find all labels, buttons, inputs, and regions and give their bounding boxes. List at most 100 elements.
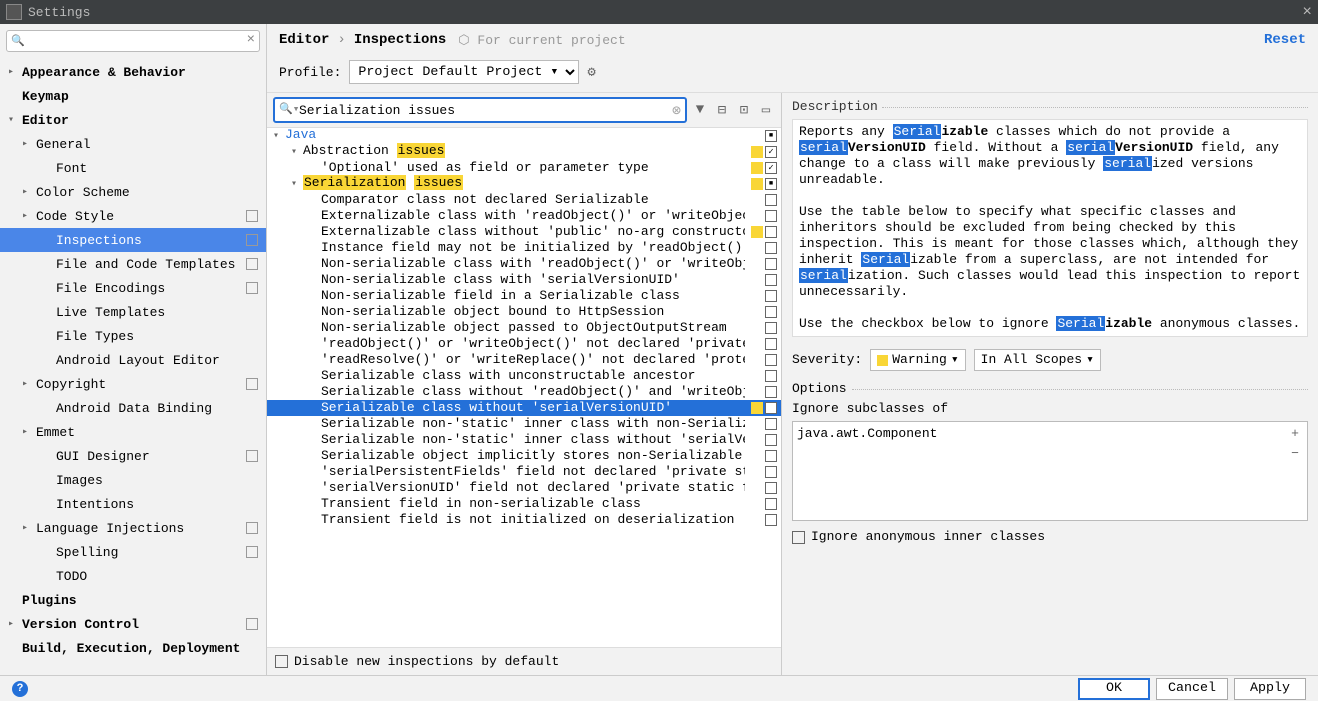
collapse-all-icon[interactable]: ⊡ [735, 101, 753, 119]
gear-icon[interactable]: ⚙ [587, 64, 595, 81]
ignore-anon-label: Ignore anonymous inner classes [811, 529, 1045, 545]
inspection-item[interactable]: 'readObject()' or 'writeObject()' not de… [267, 336, 781, 352]
sidebar-item[interactable]: Intentions [0, 492, 266, 516]
sidebar-item[interactable]: ▸Appearance & Behavior [0, 60, 266, 84]
sidebar-item[interactable]: ▸Color Scheme [0, 180, 266, 204]
inspection-item[interactable]: ▾Serialization issues [267, 176, 781, 192]
profile-label: Profile: [279, 65, 341, 80]
inspection-item[interactable]: Comparator class not declared Serializab… [267, 192, 781, 208]
sidebar-item[interactable]: ▾Editor [0, 108, 266, 132]
sidebar-item[interactable]: ▸Copyright [0, 372, 266, 396]
description-text: Reports any Serializable classes which d… [792, 119, 1308, 337]
clear-search-icon[interactable]: ⊗ [672, 101, 681, 120]
expand-all-icon[interactable]: ⊟ [713, 101, 731, 119]
search-icon: 🔍 [11, 34, 25, 48]
sidebar-item[interactable]: ▸Emmet [0, 420, 266, 444]
breadcrumb: Editor › Inspections For current project… [267, 24, 1318, 56]
sidebar-item[interactable]: GUI Designer [0, 444, 266, 468]
reset-icon[interactable]: ▭ [757, 101, 775, 119]
inspection-item[interactable]: Non-serializable class with 'readObject(… [267, 256, 781, 272]
sidebar-item[interactable]: TODO [0, 564, 266, 588]
scope-select[interactable]: In All Scopes ▾ [974, 349, 1101, 371]
breadcrumb-inspections: Inspections [354, 32, 446, 48]
reset-link[interactable]: Reset [1264, 32, 1306, 48]
ignore-subclasses-list[interactable]: java.awt.Component + − [792, 421, 1308, 521]
inspection-item[interactable]: Serializable class without 'readObject()… [267, 384, 781, 400]
severity-row: Severity: Warning ▾ In All Scopes ▾ [792, 345, 1308, 375]
cancel-button[interactable]: Cancel [1156, 678, 1228, 700]
inspection-toolbar: 🔍▾ ⊗ ▼ ⊟ ⊡ ▭ [267, 93, 781, 128]
ok-button[interactable]: OK [1078, 678, 1150, 700]
sidebar-item[interactable]: Font [0, 156, 266, 180]
inspection-item[interactable]: 'serialVersionUID' field not declared 'p… [267, 480, 781, 496]
sidebar-item[interactable]: Android Data Binding [0, 396, 266, 420]
disable-new-label: Disable new inspections by default [294, 654, 559, 669]
inspection-item[interactable]: 'readResolve()' or 'writeReplace()' not … [267, 352, 781, 368]
remove-icon[interactable]: − [1287, 446, 1303, 462]
inspection-item[interactable]: Serializable class with unconstructable … [267, 368, 781, 384]
sidebar-item[interactable]: Plugins [0, 588, 266, 612]
inspection-item[interactable]: Instance field may not be initialized by… [267, 240, 781, 256]
sidebar-item[interactable]: ▸Language Injections [0, 516, 266, 540]
inspection-item[interactable]: Serializable non-'static' inner class wi… [267, 416, 781, 432]
description-heading: Description [792, 99, 1308, 115]
inspection-search-input[interactable] [273, 97, 687, 123]
window-title: Settings [28, 5, 90, 20]
sidebar-item[interactable]: File and Code Templates [0, 252, 266, 276]
help-icon[interactable]: ? [12, 681, 28, 697]
dialog-footer: ? OK Cancel Apply [0, 675, 1318, 701]
inspection-item[interactable]: Serializable object implicitly stores no… [267, 448, 781, 464]
inspection-item[interactable]: Transient field is not initialized on de… [267, 512, 781, 528]
sidebar-search[interactable]: 🔍 × [6, 30, 260, 52]
inspection-item[interactable]: Externalizable class with 'readObject()'… [267, 208, 781, 224]
sidebar-item[interactable]: ▸Code Style [0, 204, 266, 228]
inspection-item[interactable]: Non-serializable object passed to Object… [267, 320, 781, 336]
warning-icon [877, 355, 888, 366]
inspection-item[interactable]: ▾Java [267, 128, 781, 144]
inspection-item[interactable]: ▾Abstraction issues [267, 144, 781, 160]
breadcrumb-editor: Editor [279, 32, 329, 48]
inspection-item[interactable]: Transient field in non-serializable clas… [267, 496, 781, 512]
sidebar-item[interactable]: ▸General [0, 132, 266, 156]
sidebar-search-input[interactable] [6, 30, 260, 52]
ignore-anon-row[interactable]: Ignore anonymous inner classes [792, 527, 1308, 547]
inspection-item[interactable]: Serializable non-'static' inner class wi… [267, 432, 781, 448]
disable-new-row[interactable]: Disable new inspections by default [267, 647, 781, 675]
sidebar-item[interactable]: Keymap [0, 84, 266, 108]
sidebar-item[interactable]: Live Templates [0, 300, 266, 324]
ignore-anon-checkbox[interactable] [792, 531, 805, 544]
inspection-item[interactable]: Externalizable class without 'public' no… [267, 224, 781, 240]
disable-new-checkbox[interactable] [275, 655, 288, 668]
inspection-search[interactable]: 🔍▾ ⊗ [273, 97, 687, 123]
project-scope-label: For current project [458, 33, 625, 48]
inspection-item[interactable]: 'Optional' used as field or parameter ty… [267, 160, 781, 176]
profile-select[interactable]: Project Default Project ▾ [349, 60, 579, 84]
sidebar-item[interactable]: ▸Version Control [0, 612, 266, 636]
sidebar-item[interactable]: File Encodings [0, 276, 266, 300]
sidebar-item[interactable]: Spelling [0, 540, 266, 564]
severity-select[interactable]: Warning ▾ [870, 349, 965, 371]
severity-label: Severity: [792, 352, 862, 368]
add-icon[interactable]: + [1287, 426, 1303, 442]
sidebar-item[interactable]: Android Layout Editor [0, 348, 266, 372]
sidebar-item[interactable]: Build, Execution, Deployment [0, 636, 266, 660]
sidebar-item[interactable]: File Types [0, 324, 266, 348]
inspection-item[interactable]: Serializable class without 'serialVersio… [267, 400, 781, 416]
chevron-down-icon: ▾ [951, 352, 959, 368]
inspection-item[interactable]: Non-serializable field in a Serializable… [267, 288, 781, 304]
search-icon: 🔍▾ [279, 102, 299, 116]
settings-tree[interactable]: ▸Appearance & BehaviorKeymap▾Editor▸Gene… [0, 58, 266, 675]
ignore-subclasses-label: Ignore subclasses of [792, 401, 1308, 417]
inspection-tree[interactable]: ▾Java▾Abstraction issues'Optional' used … [267, 128, 781, 647]
apply-button[interactable]: Apply [1234, 678, 1306, 700]
app-icon [6, 4, 22, 20]
inspection-item[interactable]: 'serialPersistentFields' field not decla… [267, 464, 781, 480]
inspection-item[interactable]: Non-serializable class with 'serialVersi… [267, 272, 781, 288]
close-icon[interactable]: × [1302, 3, 1312, 21]
sidebar-item[interactable]: Inspections [0, 228, 266, 252]
clear-icon[interactable]: × [247, 32, 255, 48]
filter-icon[interactable]: ▼ [691, 101, 709, 119]
inspection-item[interactable]: Non-serializable object bound to HttpSes… [267, 304, 781, 320]
list-item[interactable]: java.awt.Component [797, 426, 937, 441]
sidebar-item[interactable]: Images [0, 468, 266, 492]
